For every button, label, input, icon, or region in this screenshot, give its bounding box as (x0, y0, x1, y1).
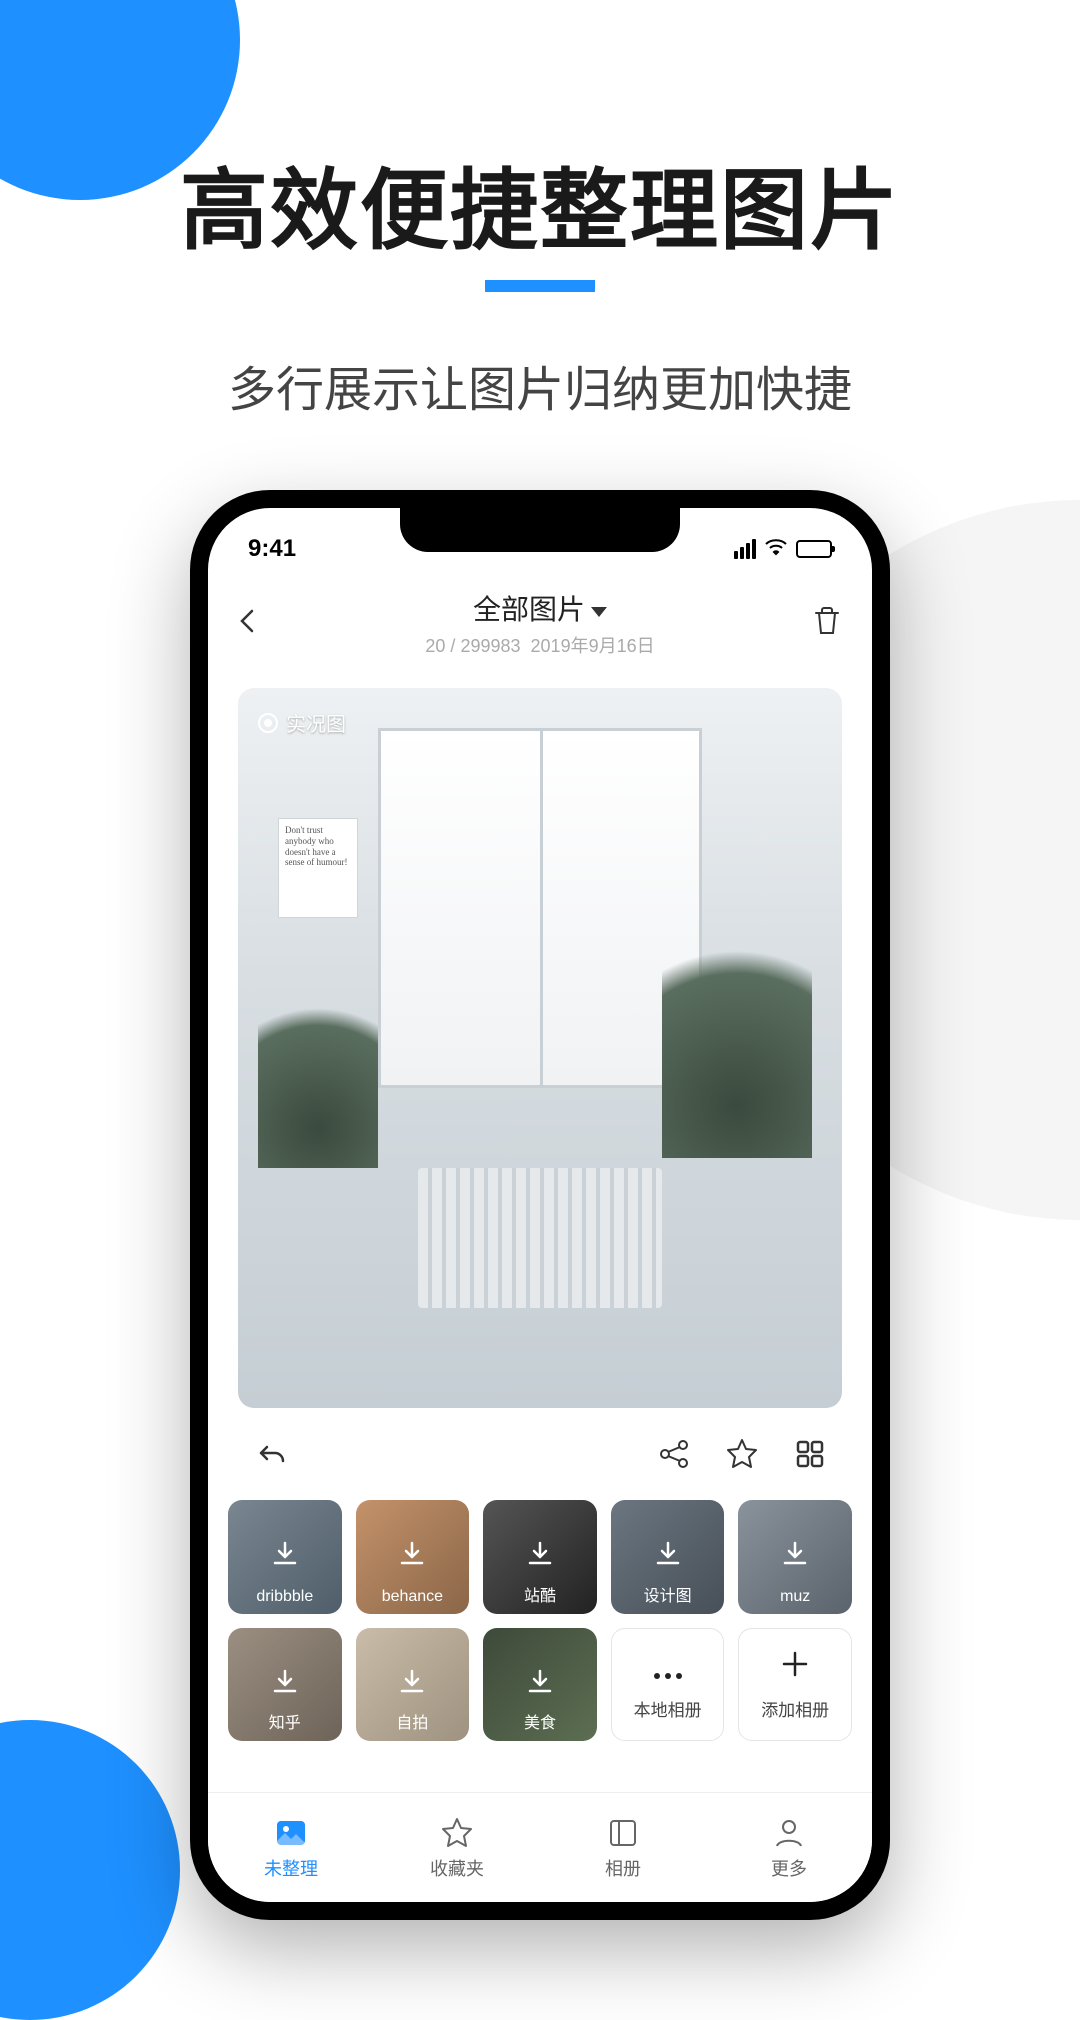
download-icon (525, 1667, 555, 1702)
album-grid: dribbble behance 站酷设计图 muz 知乎自拍美食 本地相册 添加相册 (208, 1492, 872, 1749)
album-label: 添加相册 (761, 1696, 829, 1721)
album-item-自拍[interactable]: 自拍 (356, 1628, 470, 1742)
hero-title: 高效便捷整理图片 (0, 140, 1080, 267)
live-icon (258, 713, 278, 733)
grid-view-button[interactable] (788, 1432, 832, 1476)
live-photo-badge: 实况图 (258, 708, 346, 737)
back-button[interactable] (238, 607, 278, 640)
tab-label: 收藏夹 (430, 1855, 484, 1881)
album-label: dribbble (228, 1588, 342, 1606)
tab-label: 更多 (771, 1855, 807, 1881)
tab-image[interactable]: 未整理 (208, 1793, 374, 1902)
phone-frame: 9:41 全部图片 20 / 2 (190, 490, 890, 1920)
hero-subtitle: 多行展示让图片归纳更加快捷 (0, 350, 1080, 420)
decorative-blob-bottom (0, 1720, 180, 2020)
download-icon (270, 1539, 300, 1574)
phone-screen: 9:41 全部图片 20 / 2 (208, 508, 872, 1902)
status-time: 9:41 (248, 535, 296, 563)
tab-star[interactable]: 收藏夹 (374, 1793, 540, 1902)
album-label: 美食 (483, 1709, 597, 1733)
hero-underline (485, 280, 595, 292)
tab-album[interactable]: 相册 (540, 1793, 706, 1902)
photo-content-plant (662, 898, 812, 1158)
battery-icon (796, 540, 832, 558)
favorite-button[interactable] (720, 1432, 764, 1476)
album-item-behance[interactable]: behance (356, 1500, 470, 1614)
download-icon (397, 1539, 427, 1574)
album-item-美食[interactable]: 美食 (483, 1628, 597, 1742)
phone-notch (400, 508, 680, 552)
nav-title: 全部图片 (473, 588, 585, 628)
album-selector[interactable]: 全部图片 (473, 588, 607, 628)
nav-subtitle: 20 / 299983 2019年9月16日 (278, 632, 802, 658)
download-icon (653, 1539, 683, 1574)
album-item-dribbble[interactable]: dribbble (228, 1500, 342, 1614)
photo-content-plant (258, 968, 378, 1168)
plus-icon (778, 1647, 812, 1690)
tab-profile[interactable]: 更多 (706, 1793, 872, 1902)
download-icon (270, 1667, 300, 1702)
chevron-down-icon (591, 592, 607, 624)
download-icon (397, 1667, 427, 1702)
signal-icon (734, 539, 756, 559)
tab-label: 相册 (605, 1855, 641, 1881)
download-icon (780, 1539, 810, 1574)
photo-content-window (378, 728, 702, 1088)
tab-bar: 未整理 收藏夹 相册 更多 (208, 1792, 872, 1902)
album-item-知乎[interactable]: 知乎 (228, 1628, 342, 1742)
star-icon (439, 1815, 475, 1851)
album-item-设计图[interactable]: 设计图 (611, 1500, 725, 1614)
undo-button[interactable] (248, 1432, 292, 1476)
album-label: behance (356, 1588, 470, 1606)
profile-icon (771, 1815, 807, 1851)
album-label: 本地相册 (634, 1696, 702, 1721)
album-label: 自拍 (356, 1709, 470, 1733)
local-album-button[interactable]: 本地相册 (611, 1628, 725, 1742)
nav-bar: 全部图片 20 / 299983 2019年9月16日 (208, 568, 872, 668)
main-photo[interactable]: Don't trust anybody who doesn't have a s… (238, 688, 842, 1408)
album-label: 知乎 (228, 1709, 342, 1733)
photo-content-radiator (418, 1168, 662, 1308)
tab-label: 未整理 (264, 1855, 318, 1881)
album-label: muz (738, 1588, 852, 1606)
album-label: 设计图 (611, 1582, 725, 1606)
album-label: 站酷 (483, 1582, 597, 1606)
album-item-站酷[interactable]: 站酷 (483, 1500, 597, 1614)
album-icon (605, 1815, 641, 1851)
delete-button[interactable] (802, 605, 842, 642)
add-album-button[interactable]: 添加相册 (738, 1628, 852, 1742)
image-icon (273, 1815, 309, 1851)
photo-toolbar (208, 1408, 872, 1492)
share-button[interactable] (652, 1432, 696, 1476)
download-icon (525, 1539, 555, 1574)
photo-content-poster: Don't trust anybody who doesn't have a s… (278, 818, 358, 918)
wifi-icon (764, 535, 788, 563)
album-item-muz[interactable]: muz (738, 1500, 852, 1614)
more-icon (651, 1648, 685, 1690)
